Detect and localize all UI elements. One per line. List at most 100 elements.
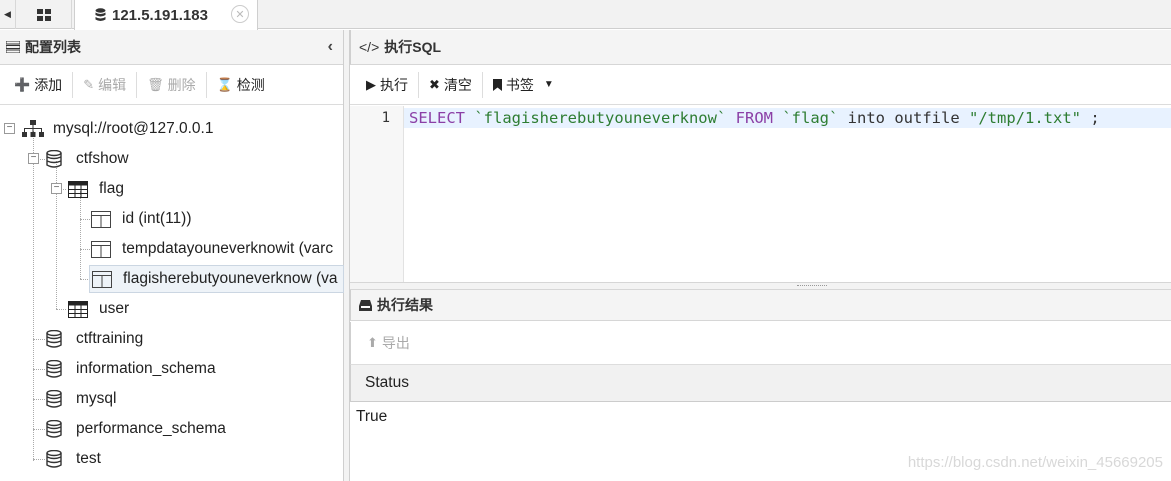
horizontal-splitter[interactable] (350, 282, 1171, 290)
collapse-toggle[interactable]: − (28, 153, 39, 164)
database-icon (46, 360, 62, 378)
tree-node-label: tempdatayouneverknowit (varc (122, 240, 334, 257)
delete-button[interactable]: 🗑 删除 (137, 71, 207, 98)
caret-down-icon: ▼ (543, 79, 554, 90)
tree-node-label: information_schema (76, 360, 216, 377)
database-icon (46, 420, 62, 438)
line-number: 1 (381, 110, 390, 126)
tree-node-label: mysql (76, 390, 117, 407)
sql-editor[interactable]: 1 SELECT `flagisherebutyouneverknow` FRO… (350, 106, 1171, 284)
sql-string: "/tmp/1.txt" (969, 109, 1081, 127)
tree-node-label: flagisherebutyouneverknow (va (123, 270, 338, 287)
database-icon (46, 330, 62, 348)
config-toolbar: ➕ 添加 ✎ 编辑 🗑 删除 ⌛ 检测 (0, 65, 343, 105)
chevron-left-icon[interactable]: ‹ (328, 38, 333, 56)
sql-identifier: `flag` (782, 109, 839, 127)
tree-node-label: flag (99, 180, 124, 197)
sql-keyword: FROM (735, 109, 773, 127)
database-icon (95, 8, 106, 21)
sql-panel: </> 执行SQL ▶ 执行 ✖ 清空 书签 ▼ 1 SELECT `flagi… (350, 30, 1171, 481)
tree-node-database[interactable]: performance_schema (46, 415, 226, 443)
sql-keyword: SELECT (409, 109, 465, 127)
bookmark-button[interactable]: 书签 ▼ (483, 72, 564, 98)
database-icon (46, 450, 62, 468)
clear-button[interactable]: ✖ 清空 (419, 71, 483, 98)
delete-button-label: 删除 (167, 76, 196, 93)
export-button[interactable]: ⬆ 导出 (357, 330, 420, 356)
network-icon (22, 120, 44, 137)
add-button-label: 添加 (34, 76, 63, 93)
column-icon (91, 240, 111, 258)
spinner-icon: ⌛ (216, 76, 233, 92)
tab-connection[interactable]: 121.5.191.183 ✕ (74, 0, 258, 30)
sql-toolbar: ▶ 执行 ✖ 清空 书签 ▼ (350, 65, 1171, 105)
tree-node-database[interactable]: information_schema (46, 355, 216, 383)
sql-identifier: `flagisherebutyouneverknow` (474, 109, 727, 127)
collapse-toggle[interactable]: − (51, 183, 62, 194)
watermark: https://blog.csdn.net/weixin_45669205 (907, 454, 1163, 471)
bookmark-button-label: 书签 (505, 76, 534, 93)
result-panel-header: 执行结果 (350, 290, 1171, 321)
tab-bar: ◀ 121.5.191.183 ✕ (0, 0, 1171, 30)
column-header-label: Status (365, 374, 409, 391)
inbox-icon (359, 299, 372, 311)
tree-node-label: ctftraining (76, 330, 144, 347)
collapse-toggle[interactable]: − (4, 123, 15, 134)
table-icon (68, 300, 88, 318)
tree-node-database[interactable]: ctftraining (46, 325, 143, 353)
run-button-label: 执行 (380, 76, 408, 93)
line-number-gutter (350, 106, 404, 282)
config-panel-title: 配置列表 (25, 39, 81, 55)
tree-node-label: mysql://root@127.0.0.1 (53, 120, 214, 137)
connection-tree: − mysql://root@127.0.0.1 − ctfshow − fla… (0, 105, 344, 468)
tree-node-label: ctfshow (76, 150, 129, 167)
tree-node-database[interactable]: ctfshow (46, 145, 129, 173)
config-panel-header: 配置列表 ‹ (0, 30, 343, 65)
close-icon[interactable]: ✕ (231, 5, 249, 23)
tree-node-table[interactable]: user (68, 295, 129, 323)
tree-node-database[interactable]: test (46, 445, 101, 473)
tree-node-connection[interactable]: mysql://root@127.0.0.1 (22, 115, 213, 143)
sql-code-line[interactable]: SELECT `flagisherebutyouneverknow` FROM … (409, 108, 1100, 128)
export-button-label: 导出 (381, 335, 410, 351)
test-connection-button[interactable]: ⌛ 检测 (207, 72, 275, 98)
edit-button-label: 编辑 (98, 76, 127, 93)
sql-panel-title: 执行SQL (384, 39, 442, 55)
config-panel: 配置列表 ‹ ➕ 添加 ✎ 编辑 🗑 删除 ⌛ 检测 − mysql://roo… (0, 30, 344, 481)
edit-icon: ✎ (83, 76, 95, 92)
column-header-status[interactable]: Status (350, 364, 1171, 402)
result-toolbar: ⬆ 导出 (350, 322, 1171, 364)
grid-icon (36, 8, 51, 21)
result-cell[interactable]: True (356, 408, 387, 426)
trash-icon: 🗑 (147, 76, 164, 92)
upload-icon: ⬆ (367, 335, 378, 350)
database-icon (46, 390, 62, 408)
tree-node-column[interactable]: id (int(11)) (91, 205, 191, 233)
column-icon (91, 210, 111, 228)
tree-node-label: user (99, 300, 130, 317)
table-icon (68, 180, 88, 198)
tree-node-table[interactable]: flag (68, 175, 124, 203)
database-icon (46, 150, 62, 168)
tree-node-database[interactable]: mysql (46, 385, 116, 413)
add-button[interactable]: ➕ 添加 (4, 71, 74, 98)
tab-scroll-left-button[interactable]: ◀ (0, 0, 16, 29)
tree-node-column-selected[interactable]: flagisherebutyouneverknow (va (89, 265, 344, 293)
sql-panel-header: </> 执行SQL (350, 30, 1171, 65)
tree-node-label: performance_schema (76, 420, 226, 437)
test-button-label: 检测 (236, 76, 265, 93)
tab-home[interactable] (16, 0, 72, 29)
tree-node-label: id (int(11)) (122, 210, 192, 227)
code-icon: </> (359, 39, 380, 55)
close-icon: ✖ (429, 76, 440, 92)
bookmark-icon (492, 78, 502, 91)
sql-text: into outfile (847, 109, 960, 127)
edit-button[interactable]: ✎ 编辑 (73, 71, 138, 98)
tree-node-column[interactable]: tempdatayouneverknowit (varc (91, 235, 344, 263)
clear-button-label: 清空 (443, 76, 472, 93)
list-icon (6, 41, 20, 53)
result-panel-title: 执行结果 (377, 297, 433, 313)
sql-semicolon: ; (1090, 109, 1100, 127)
plus-circle-icon: ➕ (14, 76, 31, 92)
run-button[interactable]: ▶ 执行 (356, 71, 419, 98)
